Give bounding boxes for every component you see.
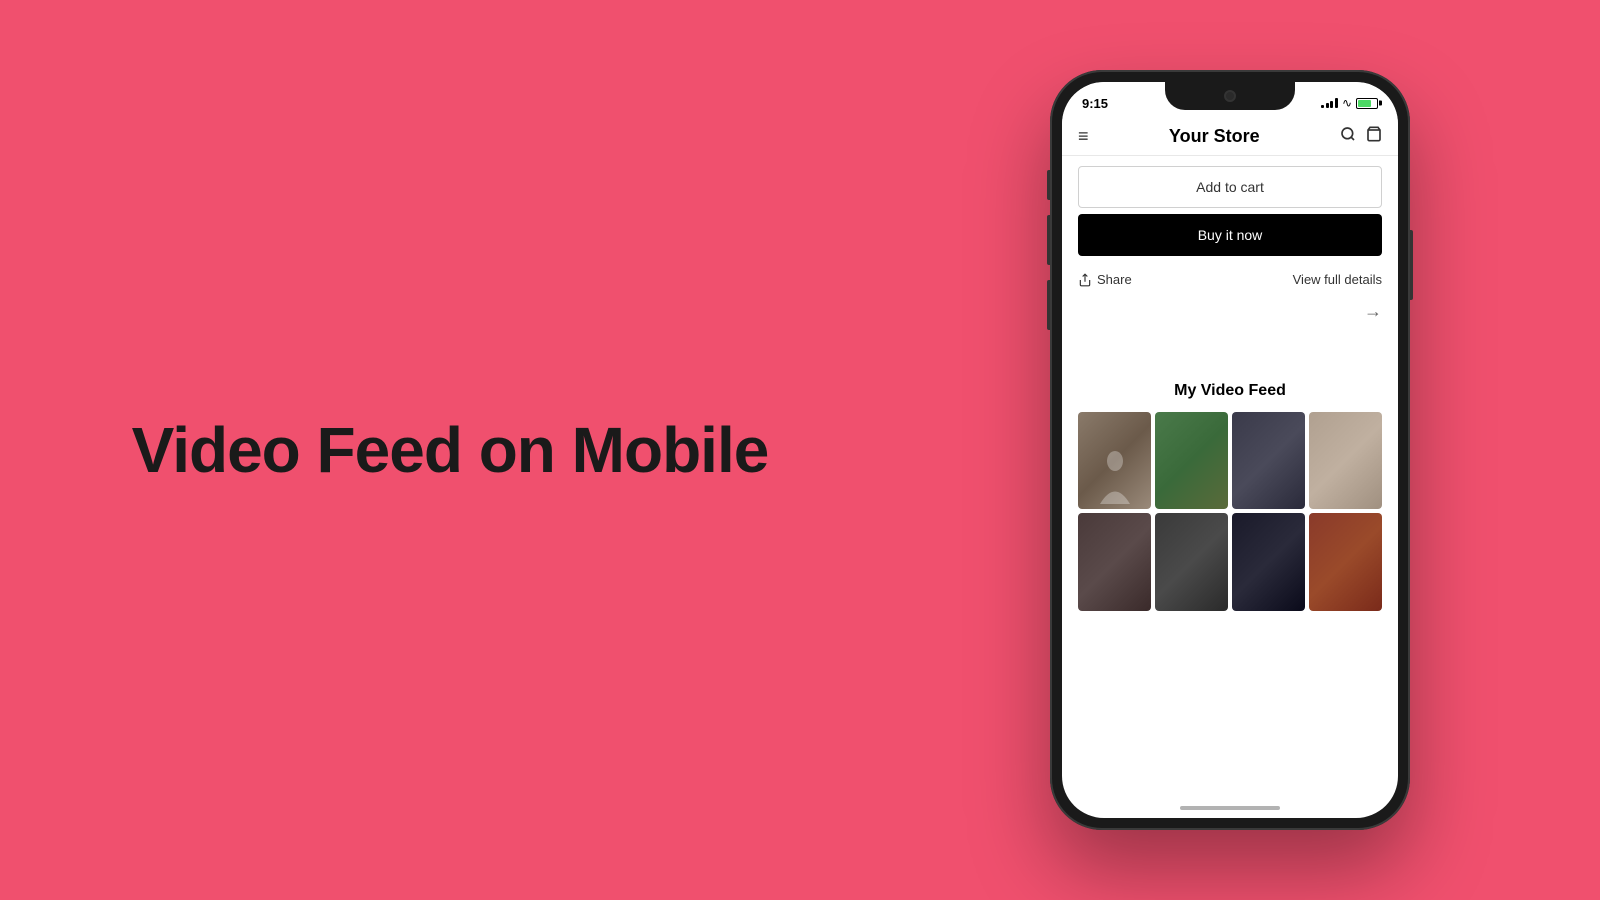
volume-down-button: [1047, 280, 1050, 330]
video-feed-title: My Video Feed: [1078, 382, 1382, 400]
share-button[interactable]: Share: [1078, 272, 1132, 287]
video-grid: [1078, 412, 1382, 611]
video-thumb-8[interactable]: [1309, 513, 1382, 610]
left-section: Video Feed on Mobile: [0, 375, 900, 525]
video-thumb-5[interactable]: [1078, 513, 1151, 610]
front-camera: [1224, 90, 1236, 102]
thumb-figure-1: [1078, 412, 1151, 509]
video-thumb-4[interactable]: [1309, 412, 1382, 509]
volume-up-button: [1047, 215, 1050, 265]
video-thumb-7[interactable]: [1232, 513, 1305, 610]
share-label: Share: [1097, 272, 1132, 287]
product-actions: Share View full details: [1062, 266, 1398, 297]
phone-notch: [1165, 82, 1295, 110]
header-action-icons: [1340, 126, 1382, 147]
video-thumb-3[interactable]: [1232, 412, 1305, 509]
menu-icon[interactable]: ≡: [1078, 126, 1089, 147]
add-to-cart-button[interactable]: Add to cart: [1078, 166, 1382, 208]
wifi-icon: ∿: [1342, 96, 1352, 110]
phone-mockup: 9:15 ∿: [1050, 70, 1410, 830]
buy-it-now-button[interactable]: Buy it now: [1078, 214, 1382, 256]
phone-screen: 9:15 ∿: [1062, 82, 1398, 818]
view-full-details-link[interactable]: View full details: [1293, 272, 1382, 287]
spacer: [1062, 326, 1398, 366]
search-icon[interactable]: [1340, 126, 1356, 147]
cart-icon[interactable]: [1366, 126, 1382, 147]
signal-icon: [1321, 98, 1338, 108]
video-thumb-6[interactable]: [1155, 513, 1228, 610]
volume-mute-button: [1047, 170, 1050, 200]
power-button: [1410, 230, 1413, 300]
video-thumb-2[interactable]: [1155, 412, 1228, 509]
hero-heading: Video Feed on Mobile: [132, 415, 769, 485]
status-time: 9:15: [1082, 96, 1108, 111]
status-icons: ∿: [1321, 96, 1378, 110]
signal-bar-3: [1330, 101, 1333, 108]
video-thumb-1[interactable]: [1078, 412, 1151, 509]
signal-bar-4: [1335, 98, 1338, 108]
signal-bar-1: [1321, 105, 1324, 108]
home-indicator[interactable]: [1180, 806, 1280, 810]
store-title: Your Store: [1169, 126, 1260, 147]
app-header: ≡ Your Store: [1062, 118, 1398, 156]
battery-icon: [1356, 98, 1378, 109]
video-feed-section: My Video Feed: [1062, 366, 1398, 611]
right-section: 9:15 ∿: [900, 70, 1600, 830]
signal-bar-2: [1326, 103, 1329, 108]
battery-fill: [1358, 100, 1371, 107]
next-arrow[interactable]: →: [1062, 297, 1398, 326]
screen-content: 9:15 ∿: [1062, 82, 1398, 818]
scroll-content: 9:15 ∿: [1062, 82, 1398, 641]
